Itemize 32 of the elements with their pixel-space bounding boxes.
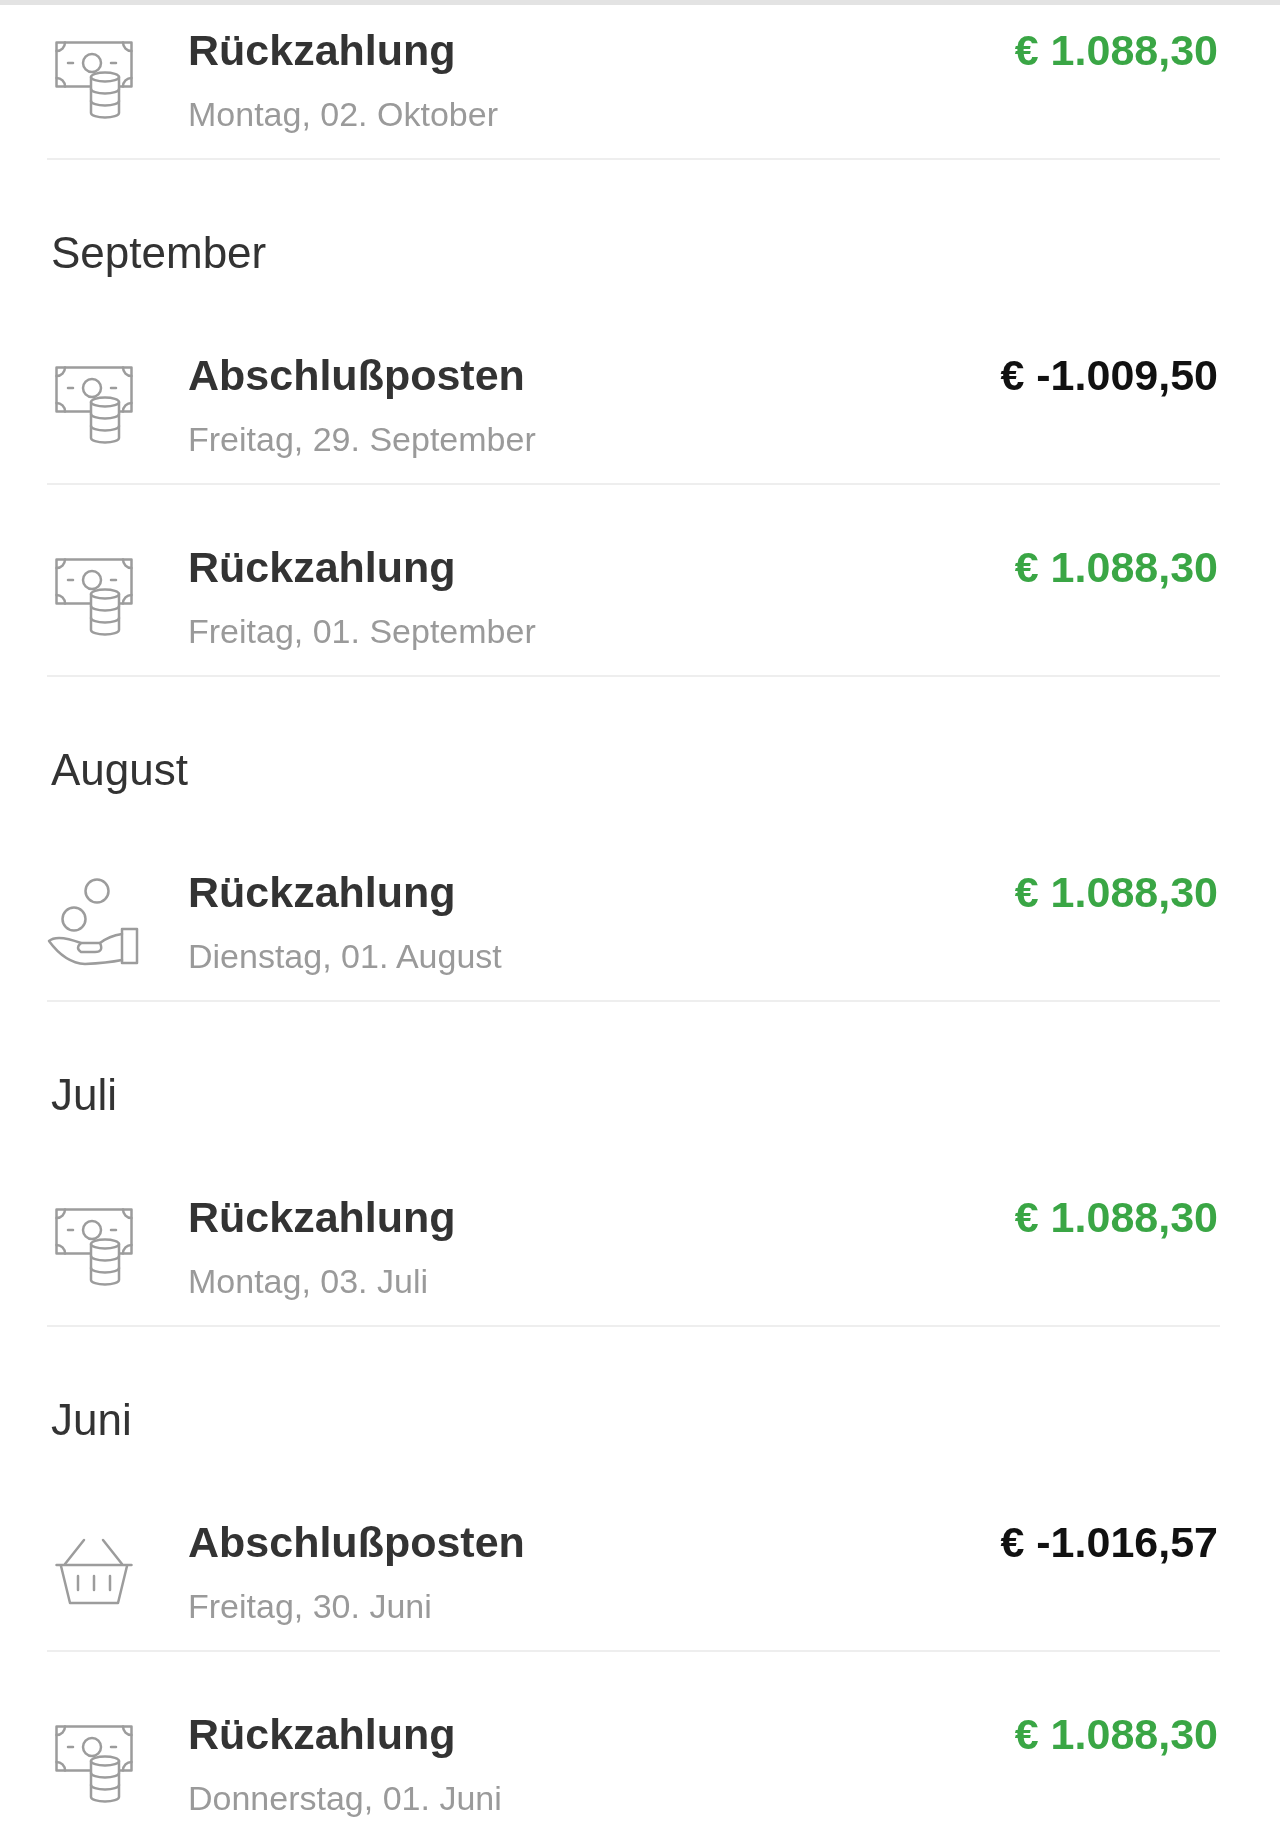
transaction-date: Freitag, 01. September — [188, 611, 536, 652]
transaction-title: Abschlußposten — [188, 1517, 525, 1567]
transaction-date: Montag, 03. Juli — [188, 1261, 429, 1302]
transaction-amount: € 1.088,30 — [1014, 25, 1218, 75]
transaction-amount: € 1.088,30 — [1014, 1709, 1218, 1759]
transaction-title: Abschlußposten — [188, 350, 525, 400]
month-heading: Juli — [51, 1070, 118, 1120]
transaction-amount: € 1.088,30 — [1014, 542, 1218, 592]
transaction-amount: € -1.016,57 — [1000, 1517, 1218, 1567]
month-heading: Juni — [51, 1395, 132, 1445]
hand-coins-icon — [47, 877, 140, 967]
transaction-title: Rückzahlung — [188, 867, 456, 917]
banknote-coins-icon — [54, 1725, 133, 1803]
basket-icon — [54, 1538, 133, 1606]
transaction-title: Rückzahlung — [188, 542, 456, 592]
banknote-coins-icon — [54, 1208, 133, 1286]
transaction-amount: € 1.088,30 — [1014, 867, 1218, 917]
transaction-amount: € -1.009,50 — [1000, 350, 1218, 400]
transaction-title: Rückzahlung — [188, 25, 456, 75]
transaction-date: Freitag, 30. Juni — [188, 1586, 432, 1627]
transaction-title: Rückzahlung — [188, 1709, 456, 1759]
month-heading: August — [51, 745, 188, 795]
banknote-coins-icon — [54, 558, 133, 636]
transaction-title: Rückzahlung — [188, 1192, 456, 1242]
banknote-coins-icon — [54, 366, 133, 444]
banknote-coins-icon — [54, 41, 133, 119]
transaction-date: Freitag, 29. September — [188, 419, 536, 460]
transaction-date: Dienstag, 01. August — [188, 936, 502, 977]
transaction-date: Montag, 02. Oktober — [188, 94, 498, 135]
month-heading: September — [51, 228, 267, 278]
transaction-date: Donnerstag, 01. Juni — [188, 1778, 502, 1819]
transaction-amount: € 1.088,30 — [1014, 1192, 1218, 1242]
